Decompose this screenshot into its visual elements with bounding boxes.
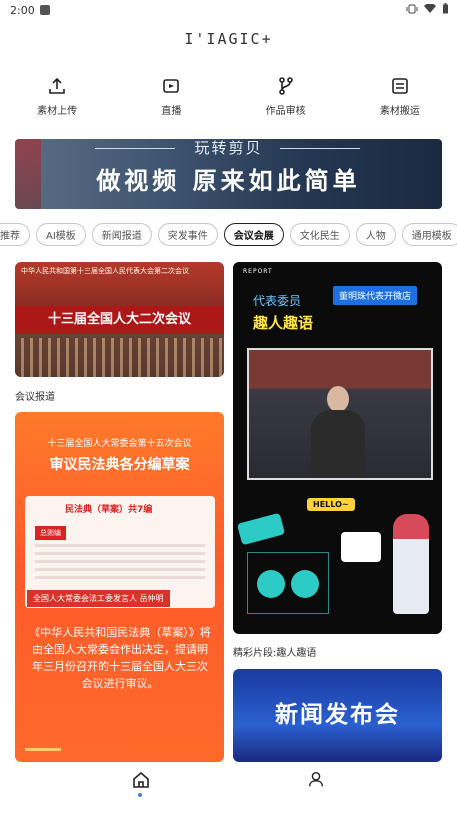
quick-actions: 素材上传 直播 作品审核 素材搬运 <box>0 76 457 117</box>
status-time: 2:00 <box>10 4 35 17</box>
card2-line2: 趣人趣语 <box>253 314 314 332</box>
live-icon <box>163 79 180 93</box>
template-card-1[interactable]: 中华人民共和国第十三届全国人民代表大会第二次会议 十三届全国人大二次会议 <box>15 262 224 377</box>
card3-doc-badge: 总则编 <box>35 526 66 540</box>
live-label: 直播 <box>161 106 182 117</box>
transfer-label: 素材搬运 <box>379 106 420 117</box>
tag-news-report[interactable]: 新闻报道 <box>91 223 152 246</box>
notification-icon <box>40 5 50 15</box>
live-button[interactable]: 直播 <box>114 76 228 117</box>
card1-title: 十三届全国人大二次会议 <box>15 306 224 334</box>
vibrate-icon <box>406 4 418 13</box>
banner-title: 做视频 原来如此简单 <box>96 167 361 195</box>
card2-report: REPORT <box>243 268 273 275</box>
tag-conference[interactable]: 会议会展 <box>223 223 284 246</box>
review-button[interactable]: 作品审核 <box>229 76 343 117</box>
camera-icon <box>341 532 381 562</box>
card3-body: 《中华人民共和国民法典（草案）》将由全国人大常委会作出决定，提请明年三月份召开的… <box>29 626 211 690</box>
bottom-nav <box>0 762 457 814</box>
card2-badge: 董明珠代表开微店 <box>333 286 418 305</box>
card3-line2: 审议民法典各分编草案 <box>49 457 190 473</box>
card3-line1: 十三届全国人大常委会第十五次会议 <box>47 439 192 449</box>
template-card-2[interactable]: REPORT 董明珠代表开微店 代表委员 趣人趣语 HELLO~ <box>233 262 442 634</box>
wifi-icon <box>424 3 436 13</box>
app-logo: I'IAGIC+ <box>184 30 273 48</box>
banner-subtitle: 玩转剪贝 <box>194 139 263 157</box>
microphone-icon <box>236 512 286 546</box>
status-icons <box>406 3 449 14</box>
upload-icon <box>49 77 65 94</box>
user-icon[interactable] <box>307 770 325 788</box>
promo-banner[interactable]: 玩转剪贝 做视频 原来如此简单 <box>15 139 442 209</box>
review-icon <box>278 77 293 95</box>
card1-header: 中华人民共和国第十三届全国人民代表大会第二次会议 <box>21 267 189 275</box>
card2-photo <box>247 348 433 480</box>
photo-body <box>311 410 365 476</box>
film-reel-icon <box>257 570 285 598</box>
upload-button[interactable]: 素材上传 <box>0 76 114 117</box>
film-reel-icon <box>291 570 319 598</box>
card2-line1: 代表委员 <box>253 294 302 308</box>
tag-people[interactable]: 人物 <box>355 223 396 246</box>
card4-title: 新闻发布会 <box>275 702 400 728</box>
card1-image <box>15 338 224 377</box>
card3-speaker: 全国人大常委会法工委发言人 岳仲明 <box>27 590 170 607</box>
card3-doc-title: 民法典（草案）共7编 <box>65 505 153 515</box>
tag-recommend[interactable]: 推荐 <box>0 223 30 246</box>
transfer-button[interactable]: 素材搬运 <box>343 76 457 117</box>
card1-caption: 会议报道 <box>15 392 55 403</box>
card2-caption: 精彩片段:趣人趣语 <box>233 648 317 659</box>
card3-doc-lines <box>35 544 205 584</box>
status-bar: 2:00 <box>0 0 457 22</box>
card2-hello: HELLO~ <box>307 498 355 511</box>
transfer-icon <box>392 78 408 94</box>
review-label: 作品审核 <box>265 106 306 117</box>
template-card-4[interactable]: 新闻发布会 <box>233 669 442 762</box>
category-tags: 推荐 AI模板 新闻报道 突发事件 会议会展 文化民生 人物 通用模板 <box>0 223 457 246</box>
tag-general-template[interactable]: 通用模板 <box>401 223 457 246</box>
home-icon[interactable] <box>131 770 151 790</box>
tag-ai-template[interactable]: AI模板 <box>36 223 86 246</box>
tag-breaking[interactable]: 突发事件 <box>157 223 218 246</box>
cameraman-illustration <box>393 514 429 614</box>
upload-label: 素材上传 <box>37 106 78 117</box>
photo-face <box>327 386 349 412</box>
tag-culture[interactable]: 文化民生 <box>289 223 350 246</box>
battery-icon <box>443 3 448 14</box>
template-card-3[interactable]: 十三届全国人大常委会第十五次会议 审议民法典各分编草案 民法典（草案）共7编 总… <box>15 412 224 762</box>
active-indicator <box>138 793 142 797</box>
scales-icon <box>25 708 61 751</box>
